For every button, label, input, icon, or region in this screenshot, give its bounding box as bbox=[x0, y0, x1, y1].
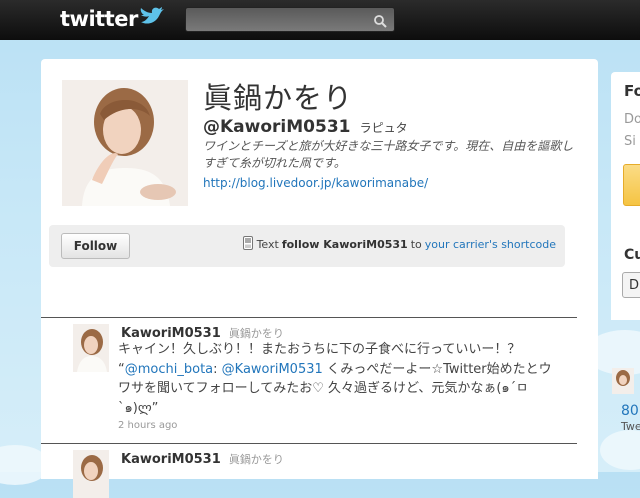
tweet-fullname: 眞鍋かをり bbox=[228, 453, 284, 466]
profile-panel: 眞鍋かをり @KaworiM0531 ラピュタ ワインとチーズと旅が大好きな三十… bbox=[41, 59, 598, 498]
follow-button[interactable]: Follow bbox=[61, 233, 130, 259]
profile-name: 眞鍋かをり bbox=[203, 81, 354, 115]
tweet-header: KaworiM0531 眞鍋かをり bbox=[121, 322, 284, 341]
mention-link[interactable]: @KaworiM0531 bbox=[222, 362, 323, 377]
action-bar: Follow Text follow KaworiM0531 to your c… bbox=[49, 225, 565, 267]
search-input[interactable] bbox=[190, 10, 368, 29]
tweet-count[interactable]: 80 bbox=[621, 403, 639, 419]
profile-bio: ワインとチーズと旅が大好きな三十路女子です。現在、自由を謳歌しすぎて糸が切れた凧… bbox=[203, 139, 574, 170]
tweet-count-label: Twe bbox=[621, 420, 640, 433]
search-box bbox=[185, 7, 395, 32]
sms-to: to bbox=[410, 238, 422, 251]
tweet-username[interactable]: KaworiM0531 bbox=[121, 452, 221, 467]
sidebar-section-heading: Cu bbox=[624, 247, 640, 263]
tweet-username[interactable]: KaworiM0531 bbox=[121, 326, 221, 341]
profile-location: ラピュタ bbox=[359, 121, 408, 135]
tweet-header: KaworiM0531 眞鍋かをり bbox=[121, 448, 284, 467]
profile-avatar[interactable] bbox=[62, 80, 188, 206]
search-icon[interactable] bbox=[374, 13, 387, 32]
sidebar-heading: Fo bbox=[624, 82, 640, 100]
cloud-decoration bbox=[600, 430, 640, 470]
mention-link[interactable]: @mochi_bota bbox=[125, 362, 213, 377]
sms-prefix: Text bbox=[256, 238, 279, 251]
sms-command: follow KaworiM0531 bbox=[281, 238, 408, 251]
sidebar-avatar[interactable] bbox=[612, 368, 634, 394]
handle-row: @KaworiM0531 ラピュタ bbox=[203, 117, 408, 137]
top-bar: twitter bbox=[0, 0, 640, 40]
tweet: KaworiM0531 眞鍋かをり bbox=[41, 444, 577, 498]
sidebar-button[interactable]: D bbox=[622, 272, 640, 298]
profile-website-link[interactable]: http://blog.livedoor.jp/kaworimanabe/ bbox=[203, 176, 428, 190]
tweet-avatar[interactable] bbox=[73, 450, 109, 498]
sms-follow-info: Text follow KaworiM0531 to your carrier'… bbox=[242, 236, 556, 253]
tweet-timestamp[interactable]: 2 hours ago bbox=[118, 420, 177, 431]
profile-handle: @KaworiM0531 bbox=[203, 117, 351, 137]
tweet-avatar[interactable] bbox=[73, 324, 109, 372]
tweet-text-part: : bbox=[213, 361, 222, 377]
phone-icon bbox=[242, 236, 253, 253]
bird-icon bbox=[140, 7, 164, 31]
sidebar-signup-button[interactable] bbox=[623, 164, 640, 206]
tweet-fullname: 眞鍋かをり bbox=[228, 327, 284, 340]
twitter-logo[interactable]: twitter bbox=[60, 6, 164, 32]
right-sidebar: Fo Do Si Cu D bbox=[611, 72, 640, 320]
sidebar-text: Si bbox=[624, 134, 636, 149]
tweet-text: キャイン！久しぶり！！またおうちに下の子食べに行っていいー！？ “@mochi_… bbox=[118, 340, 564, 418]
sidebar-text: Do bbox=[624, 112, 640, 127]
carrier-shortcode-link[interactable]: your carrier's shortcode bbox=[425, 238, 556, 251]
tweet: KaworiM0531 眞鍋かをり キャイン！久しぶり！！またおうちに下の子食べ… bbox=[41, 318, 577, 443]
logo-text: twitter bbox=[60, 7, 138, 31]
